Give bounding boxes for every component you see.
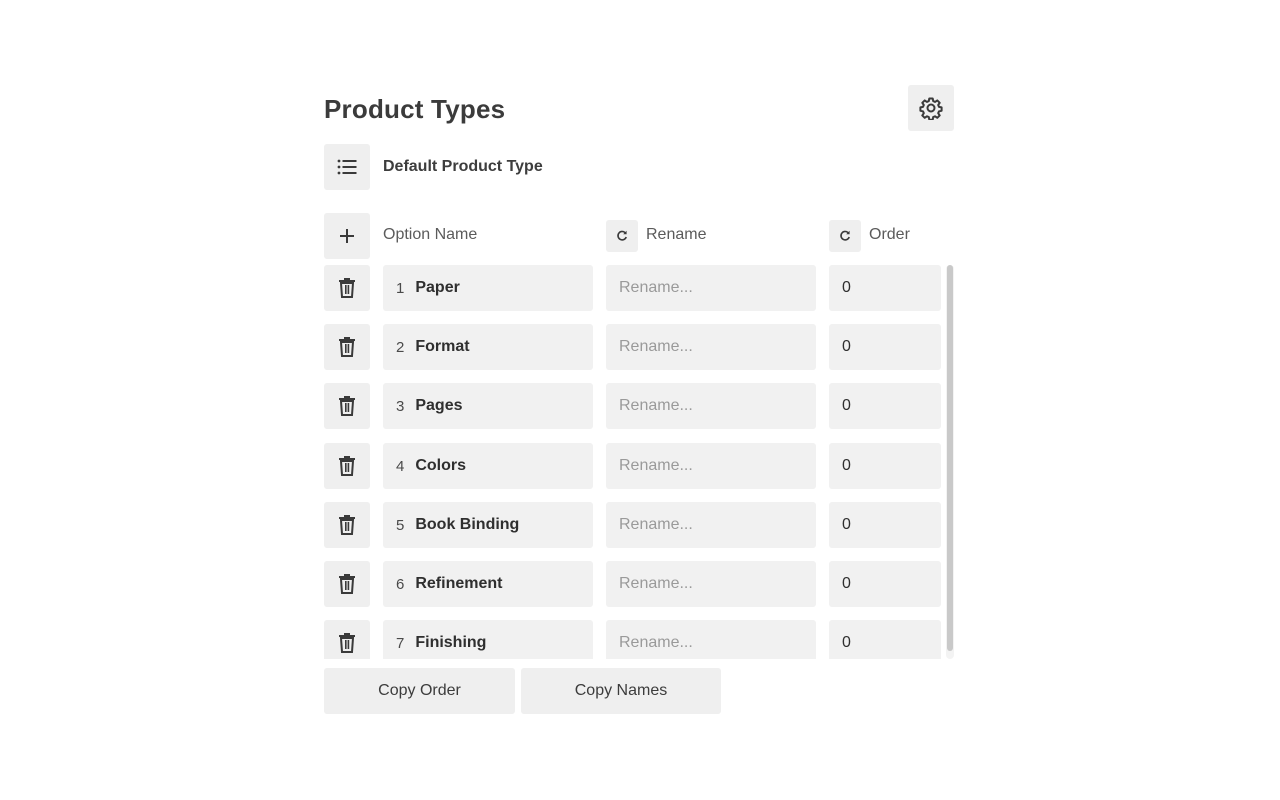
option-row: 3 Pages [324, 383, 944, 429]
column-header-rename: Rename [646, 226, 707, 243]
option-row: 7 Finishing [324, 620, 944, 659]
default-product-type-button[interactable] [324, 144, 370, 190]
option-index: 5 [396, 516, 405, 534]
option-index: 2 [396, 338, 405, 356]
title-row: Product Types [324, 84, 956, 132]
reset-rename-button[interactable] [606, 220, 638, 252]
order-field[interactable] [829, 620, 941, 659]
option-row: 1 Paper [324, 265, 944, 311]
options-list: 1 Paper 2 Format [324, 265, 956, 659]
option-name-cell: 6 Refinement [383, 561, 593, 607]
rename-field[interactable] [606, 561, 816, 607]
option-index: 3 [396, 397, 405, 415]
option-row: 4 Colors [324, 443, 944, 489]
order-field[interactable] [829, 324, 941, 370]
option-index: 4 [396, 457, 405, 475]
trash-icon [339, 337, 355, 357]
delete-option-button[interactable] [324, 383, 370, 429]
order-field[interactable] [829, 443, 941, 489]
option-row: 6 Refinement [324, 561, 944, 607]
delete-option-button[interactable] [324, 561, 370, 607]
trash-icon [339, 278, 355, 298]
list-icon [337, 159, 357, 175]
option-index: 7 [396, 634, 405, 652]
order-field[interactable] [829, 265, 941, 311]
rename-field[interactable] [606, 620, 816, 659]
copy-names-button[interactable]: Copy Names [521, 668, 721, 714]
option-name-cell: 5 Book Binding [383, 502, 593, 548]
option-name: Format [415, 338, 470, 355]
delete-option-button[interactable] [324, 620, 370, 659]
option-name: Pages [415, 397, 463, 414]
options-scrollbar[interactable] [946, 265, 954, 659]
scrollbar-thumb[interactable] [947, 265, 953, 651]
option-name-cell: 7 Finishing [383, 620, 593, 659]
delete-option-button[interactable] [324, 324, 370, 370]
rename-field[interactable] [606, 383, 816, 429]
reset-order-button[interactable] [829, 220, 861, 252]
order-field[interactable] [829, 383, 941, 429]
rename-field[interactable] [606, 324, 816, 370]
delete-option-button[interactable] [324, 265, 370, 311]
default-product-type-label: Default Product Type [383, 158, 543, 175]
option-name-cell: 4 Colors [383, 443, 593, 489]
option-index: 6 [396, 575, 405, 593]
option-name: Colors [415, 457, 467, 474]
trash-icon [339, 574, 355, 594]
page-title: Product Types [324, 94, 506, 124]
rename-field[interactable] [606, 265, 816, 311]
trash-icon [339, 456, 355, 476]
delete-option-button[interactable] [324, 443, 370, 489]
column-header-order: Order [869, 226, 910, 243]
rename-field[interactable] [606, 502, 816, 548]
option-index: 1 [396, 279, 405, 297]
option-name: Paper [415, 279, 460, 296]
rename-field[interactable] [606, 443, 816, 489]
option-name-cell: 2 Format [383, 324, 593, 370]
option-row: 5 Book Binding [324, 502, 944, 548]
option-name: Finishing [415, 634, 487, 651]
delete-option-button[interactable] [324, 502, 370, 548]
trash-icon [339, 515, 355, 535]
option-row: 2 Format [324, 324, 944, 370]
option-name-cell: 1 Paper [383, 265, 593, 311]
order-field[interactable] [829, 561, 941, 607]
option-name: Book Binding [415, 516, 520, 533]
settings-button[interactable] [908, 85, 954, 131]
column-header-option-name: Option Name [383, 226, 478, 243]
gear-icon [919, 96, 943, 120]
add-option-button[interactable] [324, 213, 370, 259]
trash-icon [339, 396, 355, 416]
copy-order-button[interactable]: Copy Order [324, 668, 515, 714]
refresh-icon [839, 230, 851, 242]
option-name-cell: 3 Pages [383, 383, 593, 429]
order-field[interactable] [829, 502, 941, 548]
plus-icon [339, 228, 355, 244]
refresh-icon [616, 230, 628, 242]
option-name: Refinement [415, 575, 503, 592]
trash-icon [339, 633, 355, 653]
